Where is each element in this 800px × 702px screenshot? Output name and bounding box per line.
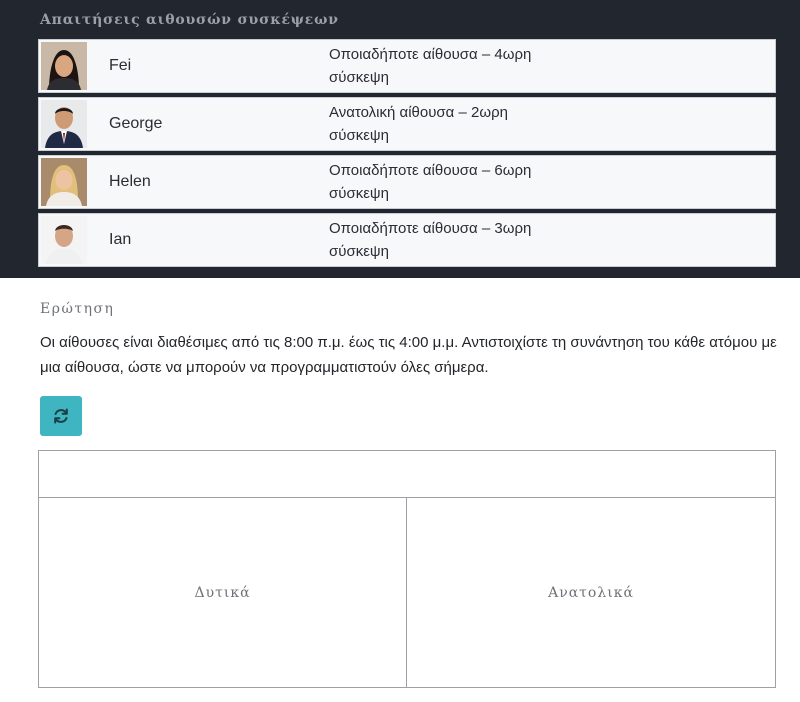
- requirement-row-fei[interactable]: Fei Οποιαδήποτε αίθουσα – 4ωρη σύσκεψη: [38, 39, 776, 93]
- matching-board: Δυτικά Ανατολικά: [38, 450, 776, 688]
- requirement-row-ian[interactable]: Ian Οποιαδήποτε αίθουσα – 3ωρη σύσκεψη: [38, 213, 776, 267]
- person-name: George: [109, 115, 163, 132]
- room-requirement: Οποιαδήποτε αίθουσα – 3ωρη σύσκεψη: [329, 220, 532, 260]
- requirement-row-george[interactable]: George Ανατολική αίθουσα – 2ωρη σύσκεψη: [38, 97, 776, 151]
- person-name: Fei: [109, 57, 132, 74]
- question-label: Ερώτηση: [40, 301, 115, 317]
- reset-button[interactable]: [40, 396, 82, 436]
- avatar-george: [41, 100, 87, 148]
- answer-pool[interactable]: [39, 451, 775, 498]
- requirements-panel: Απαιτήσεις αιθουσών συσκέψεων Fei Οποιαδ…: [0, 0, 800, 278]
- room-requirement: Οποιαδήποτε αίθουσα – 4ωρη σύσκεψη: [329, 46, 532, 86]
- refresh-icon: [54, 408, 68, 424]
- drop-zone-west[interactable]: Δυτικά: [39, 498, 407, 687]
- avatar-helen: [41, 158, 87, 206]
- room-requirement: Ανατολική αίθουσα – 2ωρη σύσκεψη: [329, 104, 508, 144]
- avatar-fei: [41, 42, 87, 90]
- person-name: Helen: [109, 173, 151, 190]
- requirements-title: Απαιτήσεις αιθουσών συσκέψεων: [40, 12, 339, 28]
- avatar-ian: [41, 216, 87, 264]
- room-requirement: Οποιαδήποτε αίθουσα – 6ωρη σύσκεψη: [329, 162, 532, 202]
- question-text: Οι αίθουσες είναι διαθέσιμες από τις 8:0…: [40, 334, 777, 376]
- drop-zone-west-label: Δυτικά: [194, 584, 251, 601]
- requirement-row-helen[interactable]: Helen Οποιαδήποτε αίθουσα – 6ωρη σύσκεψη: [38, 155, 776, 209]
- drop-zone-east[interactable]: Ανατολικά: [407, 498, 775, 687]
- person-name: Ian: [109, 231, 132, 248]
- drop-zone-east-label: Ανατολικά: [548, 584, 634, 601]
